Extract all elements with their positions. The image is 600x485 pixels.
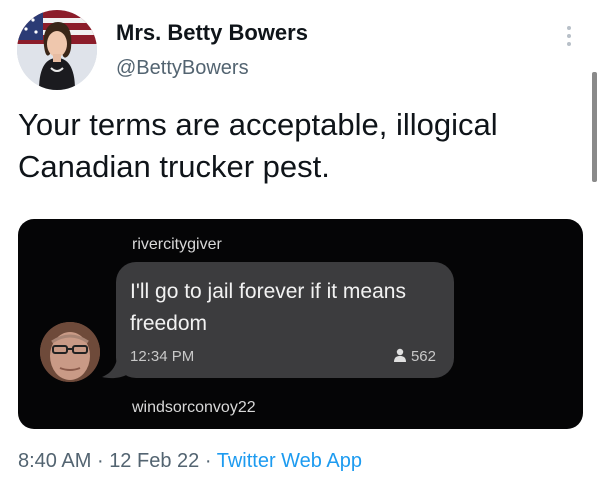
chat-message-count-value: 562 [410,348,436,365]
author-avatar[interactable] [17,10,97,90]
tweet-date[interactable]: 12 Feb 22 [109,450,199,472]
more-vertical-icon[interactable] [562,24,576,48]
scrollbar[interactable] [592,72,597,182]
chat-message-time: 12:34 PM [130,348,195,365]
meta-separator: · [96,450,104,472]
tweet: Mrs. Betty Bowers @BettyBowers Your term… [0,0,600,485]
tweet-meta: 8:40 AM · 12 Feb 22 · Twitter Web App [18,450,362,473]
chat-message-text: I'll go to jail forever if it means free… [130,280,406,335]
person-icon [393,348,406,362]
chat-message-bubble: I'll go to jail forever if it means free… [116,262,454,378]
tweet-text: Your terms are acceptable, illogical Can… [18,107,498,184]
chat-receiver-name: windsorconvoy22 [132,399,256,416]
tweet-source-app[interactable]: Twitter Web App [217,450,362,472]
chat-sender-name: rivercitygiver [132,236,222,253]
author-handle[interactable]: @BettyBowers [116,57,249,80]
tweet-media-image[interactable]: rivercitygiver I'll go to jail forever i… [18,219,583,429]
tweet-time[interactable]: 8:40 AM [18,450,91,472]
meta-separator-2: · [204,450,212,472]
author-display-name[interactable]: Mrs. Betty Bowers [116,20,308,46]
chat-sender-avatar [40,322,100,382]
author-avatar-image [17,10,97,90]
chat-message-count: 562 [393,348,436,365]
